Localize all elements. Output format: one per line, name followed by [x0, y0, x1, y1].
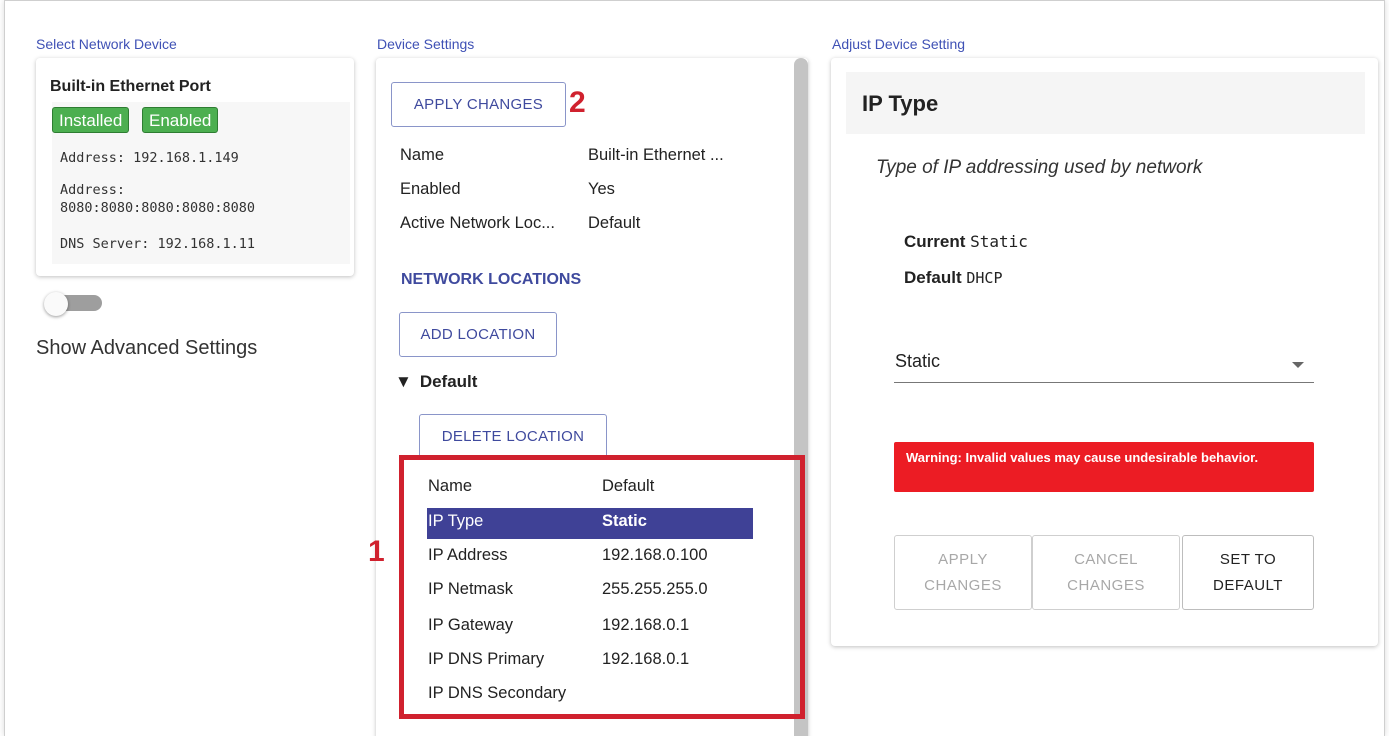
adjust-setting-label: Adjust Device Setting [832, 36, 966, 52]
default-button-line1: SET TO [1219, 550, 1277, 568]
ipv6-address: 8080:8080:8080:8080:8080 [60, 200, 256, 216]
location-row-dns-primary-label[interactable]: IP DNS Primary [428, 650, 544, 669]
setting-title: IP Type [862, 91, 939, 116]
setting-label-name: Name [400, 146, 445, 164]
location-row-dns-primary-value[interactable]: 192.168.0.1 [602, 650, 689, 669]
location-row-name-label[interactable]: Name [428, 477, 472, 496]
annotation-number-1: 1 [368, 535, 385, 568]
apply-changes-button[interactable]: APPLY CHANGES [391, 82, 566, 127]
select-device-label: Select Network Device [36, 36, 177, 52]
default-value-row: Default DHCP [904, 268, 1002, 288]
delete-location-button[interactable]: DELETE LOCATION [419, 414, 607, 458]
location-row-gateway-value[interactable]: 192.168.0.1 [602, 616, 689, 635]
enabled-badge: Enabled [142, 107, 219, 133]
location-row-name-value[interactable]: Default [602, 477, 654, 496]
setting-label-enabled: Enabled [400, 180, 461, 198]
dns-server: DNS Server: 192.168.1.11 [60, 236, 256, 252]
set-to-default-button[interactable]: SET TO DEFAULT [1182, 535, 1314, 610]
chevron-down-icon[interactable] [1292, 362, 1304, 368]
location-row-dns-secondary-label[interactable]: IP DNS Secondary [428, 684, 566, 703]
setting-value-active-location[interactable]: Default [588, 214, 640, 233]
select-value[interactable]: Static [895, 351, 940, 372]
location-row-ip-address-value[interactable]: 192.168.0.100 [602, 546, 708, 565]
location-row-netmask-label[interactable]: IP Netmask [428, 580, 513, 599]
location-row-ip-type-label[interactable]: IP Type [428, 512, 483, 531]
installed-badge: Installed [52, 107, 130, 133]
location-row-ip-address-label[interactable]: IP Address [428, 546, 508, 565]
default-label: Default [904, 268, 962, 287]
cancel-button-line1: CANCEL [1074, 550, 1138, 568]
apply-changes-setting-button[interactable]: APPLY CHANGES [894, 535, 1032, 610]
current-value-row: Current Static [904, 232, 1028, 252]
select-underline [894, 382, 1314, 383]
current-value: Static [970, 232, 1028, 251]
location-row-gateway-label[interactable]: IP Gateway [428, 616, 513, 635]
device-card[interactable]: Built-in Ethernet Port Installed Enabled… [36, 58, 354, 276]
annotation-number-2: 2 [569, 86, 586, 119]
device-settings-label: Device Settings [377, 36, 475, 52]
ipv4-address: Address: 192.168.1.149 [60, 150, 239, 166]
network-locations-heading: NETWORK LOCATIONS [401, 271, 582, 288]
cancel-button-line2: CHANGES [1067, 576, 1145, 594]
ipv6-address-label: Address: [60, 182, 126, 198]
location-name: Default [419, 372, 478, 391]
setting-value-name[interactable]: Built-in Ethernet ... [588, 146, 724, 165]
setting-label-active-location: Active Network Loc... [400, 214, 555, 232]
default-button-line2: DEFAULT [1213, 576, 1283, 594]
warning-banner: Warning: Invalid values may cause undesi… [894, 442, 1314, 492]
location-row-netmask-value[interactable]: 255.255.255.0 [602, 580, 708, 599]
advanced-settings-label: Show Advanced Settings [36, 337, 258, 359]
device-title: Built-in Ethernet Port [50, 78, 211, 95]
triangle-down-icon: ▼ [395, 372, 412, 391]
cancel-changes-button[interactable]: CANCEL CHANGES [1032, 535, 1180, 610]
setting-description: Type of IP addressing used by network [876, 157, 1203, 178]
current-label: Current [904, 232, 966, 251]
advanced-settings-toggle[interactable] [44, 292, 68, 316]
location-row-ip-type-value[interactable]: Static [602, 512, 647, 531]
setting-value-enabled[interactable]: Yes [588, 180, 615, 199]
location-default-toggle[interactable]: ▼ Default [395, 372, 477, 392]
add-location-button[interactable]: ADD LOCATION [399, 312, 557, 357]
apply-button-line1: APPLY [938, 550, 988, 568]
apply-button-line2: CHANGES [924, 576, 1002, 594]
default-value: DHCP [966, 269, 1003, 287]
